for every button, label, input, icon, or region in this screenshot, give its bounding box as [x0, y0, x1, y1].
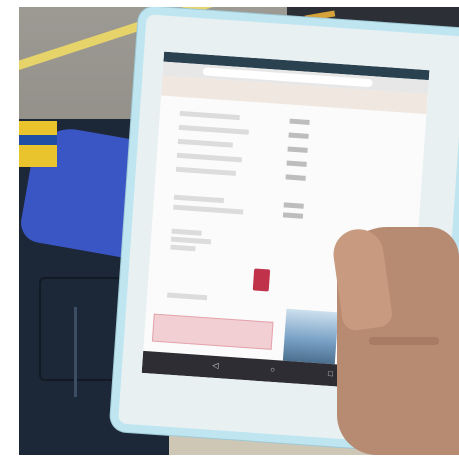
form-row [173, 194, 225, 204]
form-row [170, 236, 212, 245]
scene: ◁ ○ □ [19, 7, 459, 455]
form-row [177, 138, 233, 148]
form-value [287, 146, 308, 153]
form-value [286, 160, 307, 167]
form-row [176, 152, 242, 163]
photo: ◁ ○ □ [0, 0, 459, 462]
form-value [288, 132, 309, 139]
image-thumbnail[interactable] [282, 308, 339, 365]
form-row [175, 166, 236, 176]
shoulder-patch-band [19, 135, 57, 145]
circle-icon[interactable]: ○ [270, 365, 279, 375]
form-row [173, 204, 244, 215]
form-value [282, 212, 304, 219]
form-row [166, 292, 208, 301]
uniform-zipper [74, 307, 77, 397]
action-button[interactable] [252, 268, 271, 292]
form-value [283, 202, 304, 209]
uniform-pocket [39, 277, 123, 381]
form-value [285, 174, 306, 181]
square-icon[interactable]: □ [328, 369, 337, 379]
alert-box [151, 313, 274, 350]
knuckle-shadow [369, 337, 439, 345]
form-value [289, 118, 310, 125]
form-row [170, 244, 196, 252]
triangle-left-icon[interactable]: ◁ [212, 361, 221, 371]
form-row [171, 228, 202, 236]
shoulder-patch [19, 121, 57, 167]
form-row [178, 124, 249, 135]
form-row [179, 110, 240, 121]
